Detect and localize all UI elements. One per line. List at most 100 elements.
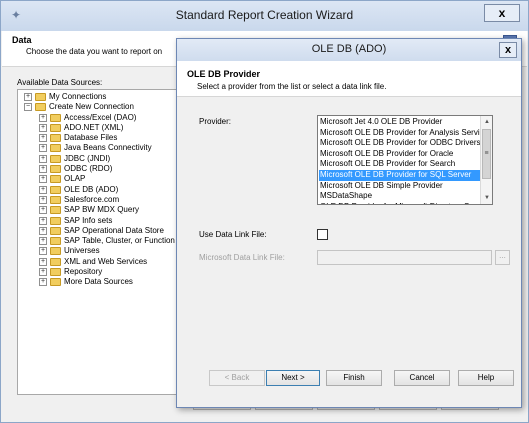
expand-plus-icon[interactable]: +: [39, 257, 47, 266]
folder-icon: [50, 278, 61, 287]
tree-node[interactable]: + XML and Web Services: [18, 257, 184, 267]
ole-db-dialog: OLE DB (ADO) x OLE DB Provider Select a …: [176, 38, 522, 408]
expand-plus-icon[interactable]: +: [39, 113, 47, 122]
provider-list-item[interactable]: Microsoft OLE DB Provider for ODBC Drive…: [319, 138, 481, 149]
tree-node[interactable]: + SAP BW MDX Query: [18, 205, 184, 215]
folder-icon: [50, 185, 61, 194]
tree-node[interactable]: + JDBC (JNDI): [18, 154, 184, 164]
dialog-back-button[interactable]: < Back: [209, 370, 265, 386]
wizard-title-bar[interactable]: ✦ Standard Report Creation Wizard x: [1, 1, 528, 31]
expand-plus-icon[interactable]: +: [39, 134, 47, 143]
folder-icon: [35, 103, 46, 112]
tree-node[interactable]: + ODBC (RDO): [18, 164, 184, 174]
provider-list-item[interactable]: Microsoft OLE DB Provider for Oracle: [319, 149, 481, 160]
expand-plus-icon[interactable]: +: [39, 154, 47, 163]
folder-icon: [35, 93, 46, 101]
tree-node-label: Java Beans Connectivity: [64, 143, 152, 153]
folder-icon: [50, 134, 61, 143]
tree-node[interactable]: + Salesforce.com: [18, 195, 184, 205]
provider-list-item[interactable]: Microsoft OLE DB Provider for Analysis S…: [319, 128, 481, 139]
tree-node[interactable]: + My Connections: [18, 92, 184, 102]
scroll-down-arrow-icon[interactable]: ▼: [482, 193, 492, 203]
tree-node-label: ODBC (RDO): [64, 164, 113, 174]
expand-plus-icon[interactable]: +: [39, 144, 47, 153]
expand-plus-icon[interactable]: +: [24, 93, 32, 101]
provider-list-item[interactable]: MSDataShape: [319, 191, 481, 202]
dialog-header-subtitle: Select a provider from the list or selec…: [197, 82, 387, 91]
provider-list-item[interactable]: Microsoft OLE DB Simple Provider: [319, 181, 481, 192]
tree-node[interactable]: + Access/Excel (DAO): [18, 113, 184, 123]
folder-icon: [50, 175, 61, 184]
folder-icon: [50, 226, 61, 235]
tree-node[interactable]: + More Data Sources: [18, 277, 184, 287]
tree-node[interactable]: − Create New Connection: [18, 102, 184, 112]
tree-node[interactable]: + SAP Operational Data Store: [18, 226, 184, 236]
tree-node-label: JDBC (JNDI): [64, 153, 111, 163]
tree-node-label: SAP Operational Data Store: [64, 225, 164, 235]
use-data-link-file-checkbox[interactable]: [317, 229, 328, 240]
expand-plus-icon[interactable]: +: [39, 185, 47, 194]
provider-list-item[interactable]: OLE DB Provider for Microsoft Directory …: [319, 202, 481, 204]
tree-node[interactable]: + OLE DB (ADO): [18, 185, 184, 195]
provider-list-items: Microsoft Jet 4.0 OLE DB Provider Microso…: [319, 117, 481, 204]
tree-node-label: Universes: [64, 246, 100, 256]
available-data-sources-label: Available Data Sources:: [17, 78, 103, 87]
tree-node-label: OLAP: [64, 174, 86, 184]
tree-node-label: More Data Sources: [64, 277, 133, 287]
dialog-close-button[interactable]: x: [499, 42, 517, 58]
tree-node[interactable]: + SAP Info sets: [18, 216, 184, 226]
folder-icon: [50, 216, 61, 225]
data-sources-tree[interactable]: + My Connections − Create New Connection + Ac…: [17, 89, 185, 395]
provider-list-scrollbar[interactable]: ▲ ≡ ▼: [480, 116, 492, 204]
folder-icon: [50, 247, 61, 256]
provider-listbox[interactable]: Microsoft Jet 4.0 OLE DB Provider Microso…: [317, 115, 493, 205]
expand-plus-icon[interactable]: +: [39, 123, 47, 132]
folder-icon: [50, 165, 61, 174]
tree-node-label: SAP BW MDX Query: [64, 205, 139, 215]
folder-icon: [50, 206, 61, 215]
expand-plus-icon[interactable]: +: [39, 278, 47, 287]
dialog-cancel-button[interactable]: Cancel: [394, 370, 450, 386]
browse-button[interactable]: ...: [495, 250, 510, 265]
wizard-close-button[interactable]: x: [484, 4, 520, 22]
folder-icon: [50, 154, 61, 163]
expand-plus-icon[interactable]: +: [39, 237, 47, 246]
provider-list-item[interactable]: Microsoft Jet 4.0 OLE DB Provider: [319, 117, 481, 128]
expand-plus-icon[interactable]: +: [39, 175, 47, 184]
dialog-title-bar[interactable]: OLE DB (ADO) x: [177, 39, 521, 61]
collapse-minus-icon[interactable]: −: [24, 103, 32, 112]
provider-list-item[interactable]: Microsoft OLE DB Provider for Search: [319, 159, 481, 170]
tree-node-label: ADO.NET (XML): [64, 122, 124, 132]
provider-list-item[interactable]: Microsoft OLE DB Provider for SQL Server: [319, 169, 481, 181]
folder-icon: [50, 113, 61, 122]
tree-node[interactable]: + Repository: [18, 267, 184, 277]
folder-icon: [50, 195, 61, 204]
scroll-thumb[interactable]: ≡: [482, 129, 491, 179]
tree-node-label: XML and Web Services: [64, 256, 148, 266]
dialog-next-button[interactable]: Next >: [266, 370, 320, 386]
tree-node[interactable]: + Java Beans Connectivity: [18, 143, 184, 153]
tree-node-label: Access/Excel (DAO): [64, 112, 137, 122]
data-link-file-input[interactable]: [317, 250, 492, 265]
provider-label: Provider:: [199, 117, 232, 126]
tree-node[interactable]: + SAP Table, Cluster, or Function: [18, 236, 184, 246]
tree-node[interactable]: + ADO.NET (XML): [18, 123, 184, 133]
tree-node[interactable]: + Database Files: [18, 133, 184, 143]
expand-plus-icon[interactable]: +: [39, 165, 47, 174]
expand-plus-icon[interactable]: +: [39, 268, 47, 277]
expand-plus-icon[interactable]: +: [39, 195, 47, 204]
tree-node[interactable]: + Universes: [18, 246, 184, 256]
tree-node-label: Salesforce.com: [64, 194, 120, 204]
expand-plus-icon[interactable]: +: [39, 226, 47, 235]
tree-node-label: My Connections: [49, 92, 107, 101]
scroll-up-arrow-icon[interactable]: ▲: [482, 117, 492, 127]
wizard-header-title: Data: [12, 35, 32, 45]
dialog-help-button[interactable]: Help: [458, 370, 514, 386]
tree-node-label: Database Files: [64, 133, 118, 143]
dialog-finish-button[interactable]: Finish: [326, 370, 382, 386]
tree-node[interactable]: + OLAP: [18, 174, 184, 184]
expand-plus-icon[interactable]: +: [39, 247, 47, 256]
expand-plus-icon[interactable]: +: [39, 216, 47, 225]
folder-icon: [50, 257, 61, 266]
expand-plus-icon[interactable]: +: [39, 206, 47, 215]
